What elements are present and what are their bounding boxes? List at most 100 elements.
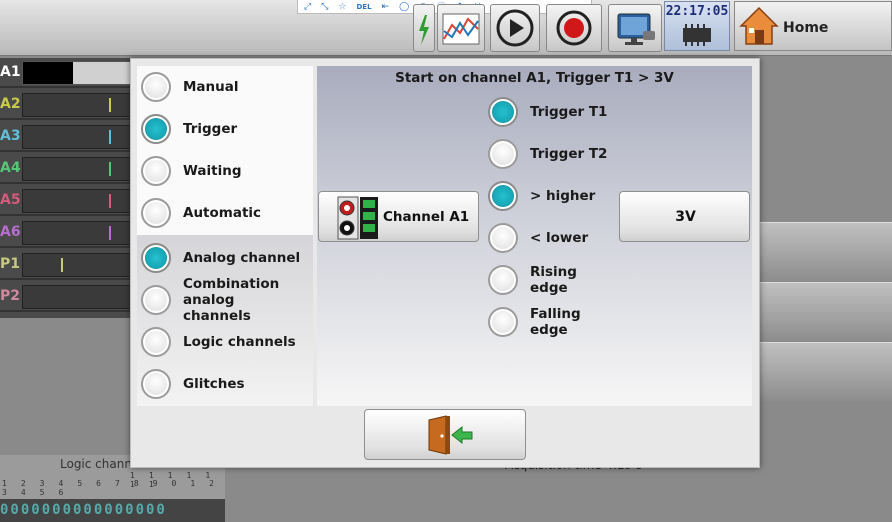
radio-button[interactable] — [488, 223, 518, 253]
dialog-title: Start on channel A1, Trigger T1 > 3V — [395, 70, 674, 86]
logic-values: 0000000000000000 — [0, 499, 225, 522]
channel-trace — [22, 189, 137, 213]
channel-row[interactable]: A4 — [0, 154, 137, 184]
trigger-t2-label: Trigger T2 — [530, 146, 608, 162]
channel-row[interactable]: A6 — [0, 218, 137, 248]
source-logic[interactable]: Logic channels — [141, 322, 313, 362]
mode-trigger-label: Trigger — [183, 121, 238, 137]
radio-button[interactable] — [488, 307, 518, 337]
radio-button[interactable] — [141, 243, 171, 273]
channel-label: A6 — [0, 224, 21, 240]
channel-trace — [22, 125, 137, 149]
rising-edge-option[interactable]: Rising edge — [488, 259, 618, 301]
shrink-icon[interactable]: ⤡ — [321, 2, 328, 12]
home-label: Home — [783, 20, 829, 36]
trigger-t1-label: Trigger T1 — [530, 104, 608, 120]
radio-button[interactable] — [141, 369, 171, 399]
radio-button[interactable] — [488, 265, 518, 295]
channel-row[interactable]: P1 — [0, 250, 137, 280]
exit-door-icon — [428, 415, 473, 455]
channel-trace — [22, 285, 137, 309]
source-combination-label: Combination analog channels — [183, 276, 280, 324]
radio-button[interactable] — [488, 181, 518, 211]
radio-button[interactable] — [141, 114, 171, 144]
channel-label: A1 — [0, 64, 21, 80]
source-glitches[interactable]: Glitches — [141, 364, 313, 404]
threshold-value-label: 3V — [675, 209, 696, 225]
channel-row[interactable]: P2 — [0, 282, 137, 312]
falling-edge-label: Falling edge — [530, 306, 581, 338]
channel-label: A2 — [0, 96, 21, 112]
radio-button[interactable] — [141, 327, 171, 357]
channel-select-label: Channel A1 — [383, 209, 470, 225]
channel-row[interactable]: A1 — [0, 58, 137, 88]
trigger-t2-option[interactable]: Trigger T2 — [488, 133, 618, 175]
record-button[interactable] — [546, 4, 602, 52]
channel-label: P1 — [0, 256, 21, 272]
chart-view-button[interactable] — [437, 4, 485, 52]
falling-edge-option[interactable]: Falling edge — [488, 301, 618, 343]
radio-button[interactable] — [488, 97, 518, 127]
channel-trace — [22, 61, 137, 85]
source-glitches-label: Glitches — [183, 376, 245, 392]
radio-button[interactable] — [488, 139, 518, 169]
channel-row[interactable]: A5 — [0, 186, 137, 216]
channel-trace — [22, 253, 137, 277]
trigger-t1-option[interactable]: Trigger T1 — [488, 91, 618, 133]
channel-select-button[interactable]: Channel A1 — [318, 191, 479, 242]
exit-button[interactable] — [364, 409, 526, 460]
expand-icon[interactable]: ⤢ — [304, 2, 311, 12]
side-panel-block — [760, 222, 892, 281]
rising-edge-label: Rising edge — [530, 264, 577, 296]
source-analog[interactable]: Analog channel — [141, 238, 313, 278]
house-icon — [739, 6, 779, 45]
record-dot-icon — [556, 10, 592, 46]
source-analog-label: Analog channel — [183, 250, 301, 266]
channel-row[interactable]: A3 — [0, 122, 137, 152]
radio-button[interactable] — [141, 285, 171, 315]
mode-waiting-label: Waiting — [183, 163, 242, 179]
source-combination[interactable]: Combination analog channels — [141, 276, 313, 324]
channel-trace — [22, 157, 137, 181]
threshold-value-button[interactable]: 3V — [619, 191, 750, 242]
clock-time: 22:17:05 — [665, 4, 729, 19]
power-button[interactable] — [413, 4, 435, 52]
side-panel-block — [760, 282, 892, 341]
play-icon — [496, 9, 534, 47]
channel-label: P2 — [0, 288, 21, 304]
trigger-options: Trigger T1 Trigger T2 > higher < lower R… — [488, 91, 618, 343]
home-button[interactable]: Home — [734, 1, 892, 51]
comment-icon[interactable]: ◯ — [399, 2, 409, 12]
lower-option[interactable]: < lower — [488, 217, 618, 259]
mode-manual-label: Manual — [183, 79, 239, 95]
memory-chip-icon — [683, 24, 711, 46]
source-logic-label: Logic channels — [183, 334, 296, 350]
side-panel-block — [760, 342, 892, 401]
screenshot-button[interactable] — [608, 4, 662, 52]
higher-label: > higher — [530, 188, 596, 204]
play-button[interactable] — [490, 4, 540, 52]
logic-numbers: 1 2 3 4 5 6 7 8 9 0 1 2 3 4 5 6 — [2, 479, 219, 497]
monitor-camera-icon — [617, 13, 655, 45]
mode-trigger[interactable]: Trigger — [141, 109, 311, 149]
pin-icon[interactable]: ☆ — [338, 2, 346, 12]
mode-automatic[interactable]: Automatic — [141, 193, 311, 233]
delete-button[interactable]: DEL — [356, 3, 371, 11]
mode-waiting[interactable]: Waiting — [141, 151, 311, 191]
connector-icon — [337, 196, 378, 240]
channel-label: A3 — [0, 128, 21, 144]
higher-option[interactable]: > higher — [488, 175, 618, 217]
channel-row[interactable]: A2 — [0, 90, 137, 120]
channel-label: A4 — [0, 160, 21, 176]
mode-automatic-label: Automatic — [183, 205, 262, 221]
back-icon[interactable]: ⇤ — [382, 2, 390, 12]
mode-manual[interactable]: Manual — [141, 67, 311, 107]
clock-display: 22:17:05 — [664, 1, 730, 51]
radio-button[interactable] — [141, 72, 171, 102]
mode-group: Manual Trigger Waiting Automatic — [141, 67, 311, 233]
radio-button[interactable] — [141, 156, 171, 186]
channel-label: A5 — [0, 192, 21, 208]
lower-label: < lower — [530, 230, 589, 246]
radio-button[interactable] — [141, 198, 171, 228]
lightning-icon — [419, 15, 429, 45]
